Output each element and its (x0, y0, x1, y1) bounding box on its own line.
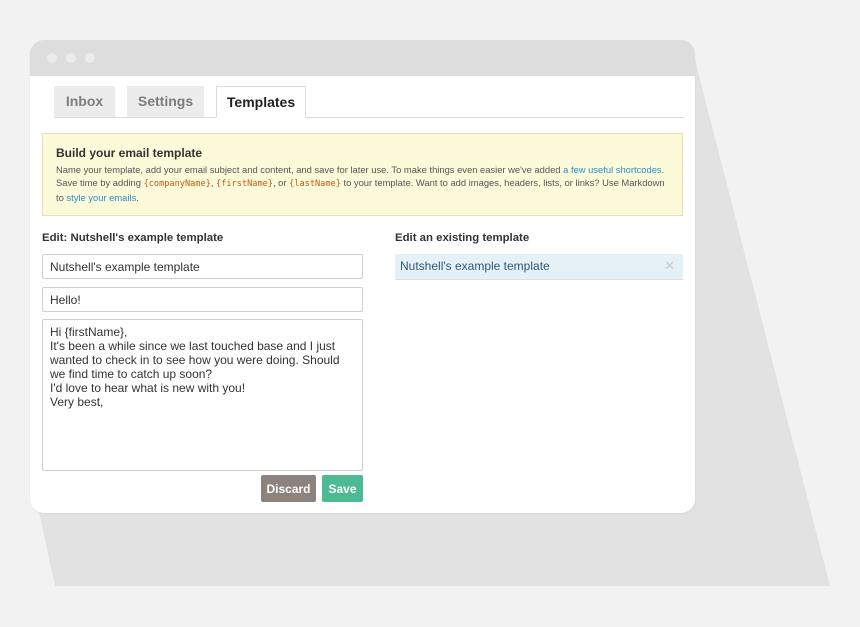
shortcode-last-name: {lastName} (289, 179, 341, 189)
save-button[interactable]: Save (322, 475, 363, 502)
tab-settings[interactable]: Settings (127, 86, 204, 117)
window-dot-maximize[interactable] (85, 53, 95, 63)
info-text-part: , or (272, 177, 290, 188)
email-body-textarea[interactable]: Hi {firstName}, It's been a while since … (42, 319, 363, 471)
email-subject-input[interactable] (42, 287, 363, 312)
tab-inbox[interactable]: Inbox (54, 86, 115, 117)
window-dot-minimize[interactable] (66, 53, 76, 63)
window-dot-close[interactable] (47, 53, 57, 63)
discard-button[interactable]: Discard (261, 475, 316, 502)
existing-templates-label: Edit an existing template (395, 232, 530, 244)
info-text: Name your template, add your email subje… (56, 163, 669, 204)
title-bar (30, 40, 695, 76)
app-window: Inbox Settings Templates Build your emai… (30, 40, 695, 513)
info-text-part: Name your template, add your email subje… (56, 164, 564, 175)
style-emails-link[interactable]: style your emails (66, 192, 136, 203)
close-icon[interactable]: ✕ (664, 258, 675, 274)
info-box: Build your email template Name your temp… (42, 133, 683, 216)
tab-bar: Inbox Settings Templates (54, 86, 684, 118)
info-title: Build your email template (56, 146, 203, 160)
shortcode-company-name: {companyName} (143, 179, 211, 189)
info-text-part: . (136, 192, 139, 203)
existing-template-item[interactable]: Nutshell's example template ✕ (395, 254, 683, 280)
shortcode-first-name: {firstName} (216, 179, 273, 189)
shortcodes-link[interactable]: a few useful shortcodes (563, 164, 662, 175)
edit-template-label: Edit: Nutshell's example template (42, 232, 224, 244)
tab-templates[interactable]: Templates (216, 86, 306, 118)
template-name-input[interactable] (42, 254, 363, 279)
existing-template-name[interactable]: Nutshell's example template (400, 259, 550, 273)
